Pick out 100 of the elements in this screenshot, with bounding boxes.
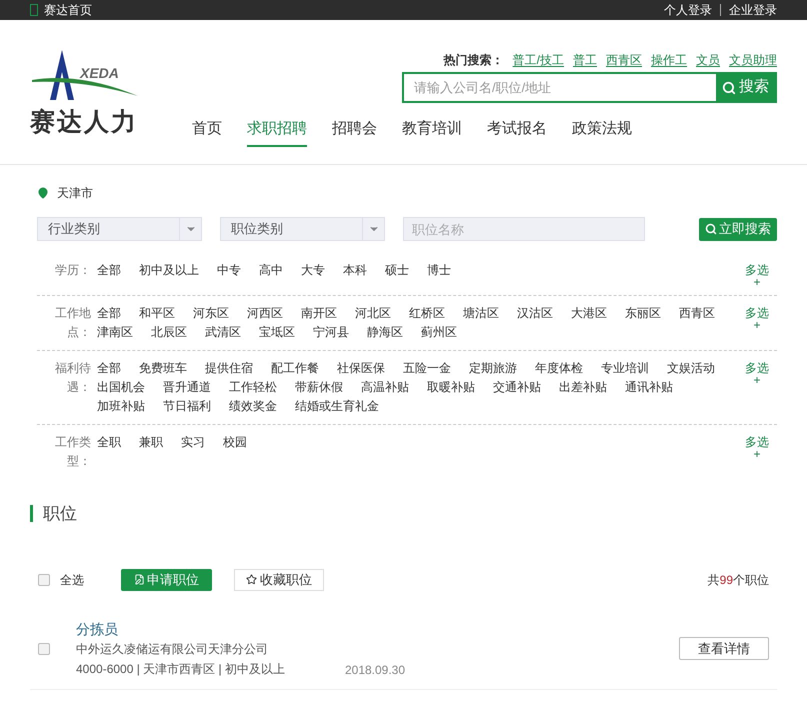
filter-option[interactable]: 全部 (97, 359, 121, 378)
filter-option[interactable]: 红桥区 (409, 304, 445, 323)
filter-option[interactable]: 结婚或生育礼金 (295, 397, 379, 416)
hot-search-term[interactable]: 普工 (573, 51, 597, 69)
company-name: 中外运久凌储运有限公司天津分公司 (76, 640, 269, 658)
select-all-label: 全选 (60, 572, 84, 588)
filter-option[interactable]: 全职 (97, 433, 121, 471)
filter-option[interactable]: 武清区 (205, 323, 241, 342)
login-link[interactable]: 个人登录 (664, 4, 712, 16)
filter-option[interactable]: 和平区 (139, 304, 175, 323)
multi-select-link[interactable]: 多选 (745, 308, 769, 318)
nav-tab[interactable]: 首页 (192, 118, 222, 146)
checkbox[interactable] (38, 642, 50, 654)
hot-search-term[interactable]: 操作工 (651, 51, 687, 69)
nav-tab[interactable]: 政策法规 (572, 118, 632, 146)
filter-option[interactable]: 专业培训 (601, 359, 649, 378)
search-button[interactable]: 搜索 (716, 74, 775, 101)
filter-option[interactable]: 工作轻松 (229, 378, 277, 397)
checkbox[interactable] (38, 574, 50, 586)
plus-sign: + (753, 449, 760, 459)
job-title[interactable]: 分拣员 (76, 618, 285, 638)
filter-option[interactable]: 配工作餐 (271, 359, 319, 378)
filter-option[interactable]: 绩效奖金 (229, 397, 277, 416)
apply-button[interactable]: 申请职位 (121, 568, 212, 590)
filter-option[interactable]: 校园 (223, 433, 247, 471)
filter-option[interactable]: 初中及以上 (139, 261, 199, 287)
filter-option[interactable]: 文娱活动 (667, 359, 715, 378)
criteria-label: 学历： (54, 262, 91, 279)
filter-option[interactable]: 河北区 (355, 304, 391, 323)
filter-option[interactable]: 全部 (97, 304, 121, 323)
filter-option[interactable]: 节日福利 (163, 397, 211, 416)
filter-option[interactable]: 加班补贴 (97, 397, 145, 416)
logo-mark-text: XEDA (80, 66, 119, 80)
plus-sign: + (753, 375, 760, 385)
filter-option[interactable]: 高中 (259, 261, 283, 287)
category-select[interactable]: 行业类别 (37, 217, 202, 241)
filter-option[interactable]: 通讯补贴 (625, 378, 673, 397)
filter-option[interactable]: 兼职 (139, 433, 163, 471)
form-icon (134, 574, 145, 585)
filter-option[interactable]: 西青区 (679, 304, 715, 323)
filter-option[interactable]: 宁河县 (313, 323, 349, 342)
filter-option[interactable]: 高温补贴 (361, 378, 409, 397)
filter-option[interactable]: 带薪休假 (295, 378, 343, 397)
job-details: 4000-6000 | 天津市西青区 | 初中及以上 (76, 660, 285, 678)
filter-option[interactable]: 河西区 (247, 304, 283, 323)
filter-option[interactable]: 提供住宿 (205, 359, 253, 378)
criteria-label: 工作地点： (54, 305, 91, 341)
location-text: 天津市 (57, 185, 93, 202)
filter-option[interactable]: 免费班车 (139, 359, 187, 378)
filter-option[interactable]: 大专 (301, 261, 325, 287)
filter-option[interactable]: 河东区 (193, 304, 229, 323)
filter-option[interactable]: 大港区 (571, 304, 607, 323)
filter-option[interactable]: 全部 (97, 261, 121, 287)
search-icon (705, 223, 717, 235)
multi-select-link[interactable]: 多选 (745, 437, 769, 447)
nav-tab[interactable]: 招聘会 (332, 118, 377, 146)
nav-tab[interactable]: 考试报名 (487, 118, 547, 146)
filter-option[interactable]: 津南区 (97, 323, 133, 342)
filter-option[interactable]: 取暖补贴 (427, 378, 475, 397)
hot-search-term[interactable]: 文员助理 (729, 51, 777, 69)
hot-search-term[interactable]: 西青区 (606, 51, 642, 69)
multi-select-link[interactable]: 多选 (745, 363, 769, 373)
filter-option[interactable]: 出差补贴 (559, 378, 607, 397)
job-count: 共99个职位 (708, 572, 769, 588)
nav-tab[interactable]: 求职招聘 (247, 118, 307, 146)
filter-option[interactable]: 静海区 (367, 323, 403, 342)
search-field[interactable]: 请输入公司名/职位/地址 搜索 (402, 72, 777, 103)
search-now-button[interactable]: 立即搜索 (699, 218, 777, 240)
login-link[interactable]: 企业登录 (720, 4, 777, 16)
filter-option[interactable]: 博士 (427, 261, 451, 287)
plus-sign: + (753, 320, 760, 330)
filter-option[interactable]: 出国机会 (97, 378, 145, 397)
view-details-button[interactable]: 查看详情 (679, 637, 769, 660)
filter-option[interactable]: 塘沽区 (463, 304, 499, 323)
home-link[interactable]: 赛达首页 (44, 1, 92, 19)
filter-option[interactable]: 中专 (217, 261, 241, 287)
multi-select-link[interactable]: 多选 (745, 265, 769, 275)
filter-option[interactable]: 实习 (181, 433, 205, 471)
criteria-label: 工作类型： (54, 434, 91, 470)
filter-option[interactable]: 东丽区 (625, 304, 661, 323)
filter-option[interactable]: 定期旅游 (469, 359, 517, 378)
nav-tab[interactable]: 教育培训 (402, 118, 462, 146)
category-select[interactable]: 职位类别 (220, 217, 385, 241)
filter-option[interactable]: 社保医保 (337, 359, 385, 378)
filter-option[interactable]: 晋升通道 (163, 378, 211, 397)
filter-option[interactable]: 宝坻区 (259, 323, 295, 342)
filter-option[interactable]: 汉沽区 (517, 304, 553, 323)
filter-option[interactable]: 北辰区 (151, 323, 187, 342)
filter-option[interactable]: 本科 (343, 261, 367, 287)
filter-option[interactable]: 硕士 (385, 261, 409, 287)
filter-option[interactable]: 交通补贴 (493, 378, 541, 397)
section-title: 职位 (43, 503, 77, 525)
keyword-field[interactable]: 职位名称 (403, 217, 645, 241)
filter-option[interactable]: 年度体检 (535, 359, 583, 378)
filter-option[interactable]: 南开区 (301, 304, 337, 323)
favorite-button[interactable]: 收藏职位 (234, 568, 324, 590)
filter-option[interactable]: 五险一金 (403, 359, 451, 378)
filter-option[interactable]: 蓟州区 (421, 323, 457, 342)
hot-search-term[interactable]: 普工/技工 (512, 51, 564, 69)
hot-search-term[interactable]: 文员 (696, 51, 720, 69)
